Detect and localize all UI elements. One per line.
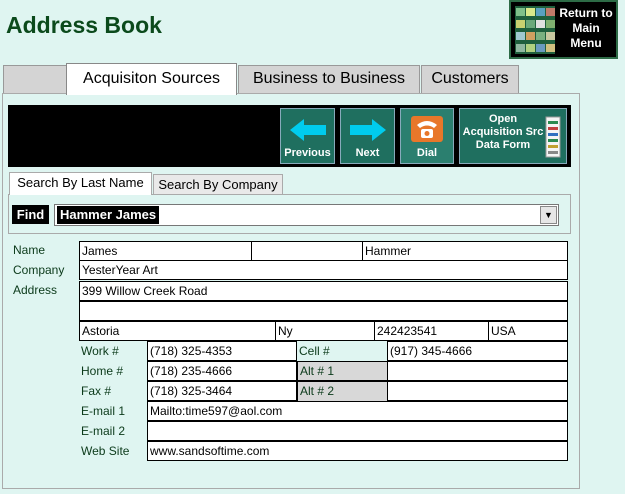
alt1-label: Alt # 1	[297, 361, 388, 381]
return-label-line: Return to	[559, 6, 613, 20]
dial-button[interactable]: Dial	[400, 108, 454, 164]
home-phone-label: Home #	[81, 364, 124, 378]
address-label: Address	[13, 283, 58, 297]
city-field[interactable]: Astoria	[79, 321, 276, 341]
previous-button[interactable]: Previous	[280, 108, 335, 164]
fax-field[interactable]: (718) 325-3464	[147, 381, 297, 401]
cell-phone-label: Cell #	[299, 344, 330, 358]
alt2-phone-field[interactable]	[387, 381, 568, 401]
tab-business-to-business[interactable]: Business to Business	[238, 65, 420, 93]
name-label: Name	[13, 243, 46, 257]
email1-field[interactable]: Mailto:time597@aol.com	[147, 401, 568, 421]
cell-phone-field[interactable]: (917) 345-4666	[387, 341, 568, 361]
company-field[interactable]: YesterYear Art	[79, 260, 568, 280]
open-acquisition-data-form-button[interactable]: Open Acquisition Src Data Form	[459, 108, 567, 164]
open-label-line: Data Form	[475, 139, 531, 151]
email1-label: E-mail 1	[81, 404, 126, 418]
email2-label: E-mail 2	[81, 424, 126, 438]
tab-acquisition-sources[interactable]: Acquisiton Sources	[66, 63, 237, 95]
tab-blank[interactable]	[3, 65, 67, 93]
tab-customers[interactable]: Customers	[421, 65, 519, 93]
country-field[interactable]: USA	[488, 321, 568, 341]
address-line2-field[interactable]	[79, 301, 568, 321]
previous-label: Previous	[284, 147, 331, 159]
next-button[interactable]: Next	[340, 108, 395, 164]
find-label: Find	[12, 205, 49, 224]
open-label-line: Open	[488, 113, 518, 125]
work-phone-label: Work #	[81, 344, 119, 358]
document-icon	[545, 116, 561, 158]
return-label-line: Main	[572, 21, 600, 35]
return-to-main-menu-button[interactable]: Return to Main Menu	[509, 0, 618, 59]
alt2-label: Alt # 2	[297, 381, 388, 402]
dial-label: Dial	[416, 147, 438, 159]
zip-field[interactable]: 242423541	[374, 321, 489, 341]
middle-name-field[interactable]	[251, 241, 363, 261]
tab-search-by-last-name[interactable]: Search By Last Name	[9, 172, 152, 195]
right-arrow-icon	[349, 119, 386, 141]
left-arrow-icon	[289, 119, 326, 141]
return-label-line: Menu	[570, 36, 602, 50]
email2-field[interactable]	[147, 421, 568, 441]
state-field[interactable]: Ny	[275, 321, 375, 341]
alt1-phone-field[interactable]	[387, 361, 568, 381]
company-label: Company	[13, 263, 65, 277]
page-title: Address Book	[6, 12, 162, 38]
next-label: Next	[355, 147, 380, 159]
thumbnail-grid-icon	[515, 6, 555, 54]
website-label: Web Site	[81, 444, 130, 458]
home-phone-field[interactable]: (718) 235-4666	[147, 361, 297, 381]
toolbar: Previous Next Dial Open Acquisition Src …	[8, 105, 571, 167]
telephone-icon	[411, 116, 443, 142]
address-line1-field[interactable]: 399 Willow Creek Road	[79, 281, 568, 301]
find-combobox[interactable]: Hammer James ▼	[54, 204, 559, 226]
open-label-line: Acquisition Src	[462, 126, 544, 138]
work-phone-field[interactable]: (718) 325-4353	[147, 341, 297, 361]
fax-label: Fax #	[81, 384, 112, 398]
tab-search-by-company[interactable]: Search By Company	[153, 174, 283, 195]
first-name-field[interactable]: James	[79, 241, 252, 261]
find-selected-value: Hammer James	[57, 206, 160, 224]
chevron-down-icon[interactable]: ▼	[540, 206, 557, 224]
website-field[interactable]: www.sandsoftime.com	[147, 441, 568, 461]
last-name-field[interactable]: Hammer	[362, 241, 568, 261]
